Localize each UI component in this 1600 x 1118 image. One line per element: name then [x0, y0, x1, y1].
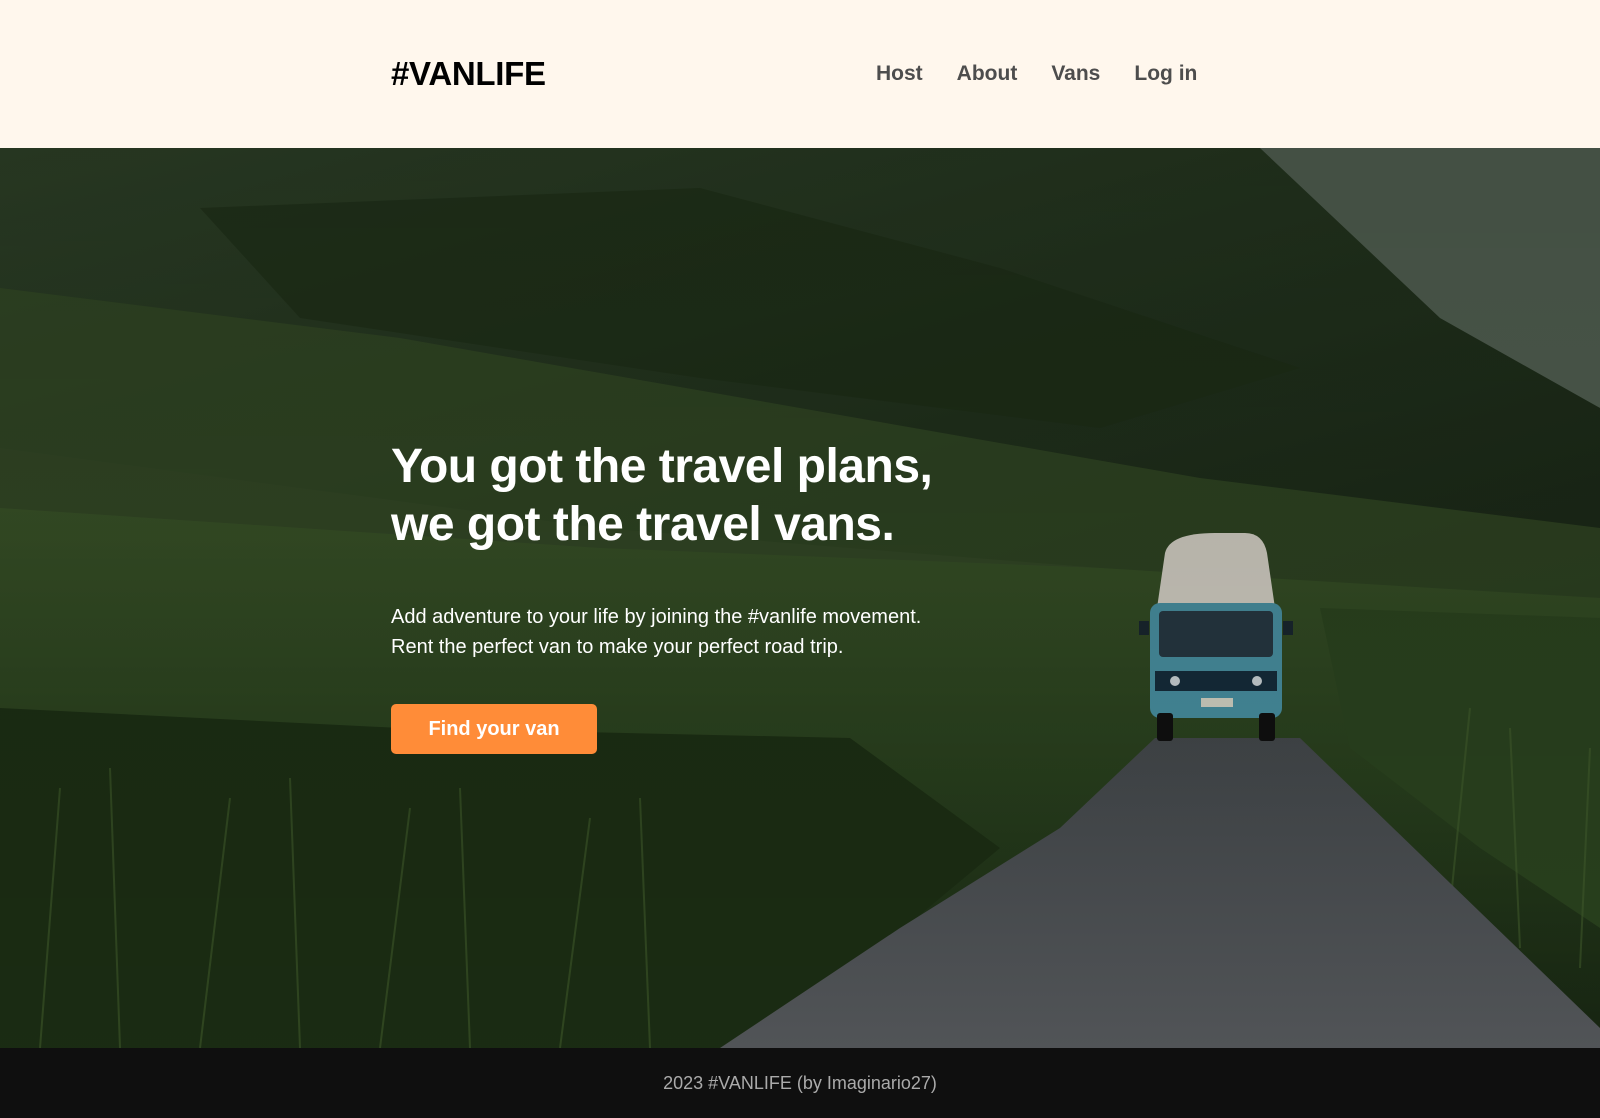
site-footer: 2023 #VANLIFE (by Imaginario27): [0, 1048, 1600, 1118]
nav-link-login[interactable]: Log in: [1134, 60, 1197, 88]
nav-link-vans[interactable]: Vans: [1051, 60, 1100, 88]
site-logo[interactable]: #VANLIFE: [391, 54, 546, 94]
page: #VANLIFE Host About Vans Log in You got …: [0, 0, 1600, 1118]
find-your-van-button[interactable]: Find your van: [391, 704, 597, 754]
site-header: #VANLIFE Host About Vans Log in: [0, 0, 1600, 148]
hero-title: You got the travel plans, we got the tra…: [391, 438, 933, 554]
nav-link-host[interactable]: Host: [876, 60, 923, 88]
hero-subtitle: Add adventure to your life by joining th…: [391, 602, 921, 662]
main-nav: Host About Vans Log in: [876, 60, 1197, 88]
hero-title-line-2: we got the travel vans.: [391, 498, 895, 551]
hero-subtitle-line-1: Add adventure to your life by joining th…: [391, 606, 922, 628]
nav-link-about[interactable]: About: [957, 60, 1018, 88]
hero-subtitle-line-2: Rent the perfect van to make your perfec…: [391, 636, 844, 658]
footer-copyright: 2023 #VANLIFE (by Imaginario27): [663, 1072, 937, 1093]
hero-background-image: [0, 148, 1600, 1048]
hero-title-line-1: You got the travel plans,: [391, 440, 933, 493]
hero-section: You got the travel plans, we got the tra…: [0, 148, 1600, 1048]
